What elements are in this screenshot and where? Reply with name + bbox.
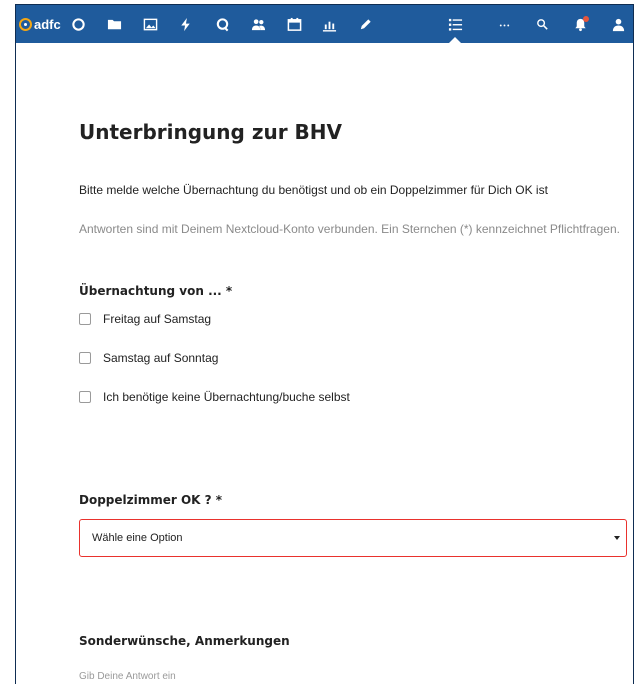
- notifications-icon[interactable]: [570, 14, 590, 34]
- checkbox[interactable]: [79, 352, 91, 364]
- form-title: Unterbringung zur BHV: [79, 120, 342, 144]
- double-room-select[interactable]: Wähle eine Option: [79, 519, 627, 557]
- talk-icon[interactable]: [212, 14, 232, 34]
- forms-icon[interactable]: [445, 14, 465, 34]
- option-saturday-sunday[interactable]: Samstag auf Sonntag: [79, 350, 218, 366]
- form-info-text: Antworten sind mit Deinem Nextcloud-Kont…: [79, 222, 620, 236]
- form-description: Bitte melde welche Übernachtung du benöt…: [79, 183, 548, 197]
- activity-icon[interactable]: [175, 14, 195, 34]
- analytics-icon[interactable]: [319, 14, 339, 34]
- image-icon[interactable]: [140, 14, 160, 34]
- question-title-remarks: Sonderwünsche, Anmerkungen: [79, 634, 290, 648]
- calendar-icon[interactable]: [284, 14, 304, 34]
- more-icon[interactable]: [494, 14, 514, 34]
- adfc-logo[interactable]: adfc: [19, 14, 61, 34]
- checkbox[interactable]: [79, 313, 91, 325]
- active-app-indicator: [449, 37, 461, 43]
- caret-down-icon: [614, 536, 620, 540]
- option-label[interactable]: Freitag auf Samstag: [103, 312, 211, 326]
- contacts-icon[interactable]: [248, 14, 268, 34]
- top-navigation-bar: adfc: [16, 5, 633, 43]
- remarks-answer-input[interactable]: [79, 668, 627, 684]
- notification-badge: [583, 16, 589, 22]
- user-icon[interactable]: [608, 14, 628, 34]
- search-icon[interactable]: [532, 14, 552, 34]
- notes-icon[interactable]: [355, 14, 375, 34]
- option-label[interactable]: Ich benötige keine Übernachtung/buche se…: [103, 390, 350, 404]
- logo-text: adfc: [34, 16, 61, 32]
- option-no-overnight[interactable]: Ich benötige keine Übernachtung/buche se…: [79, 389, 350, 405]
- question-title-double-room: Doppelzimmer OK ? *: [79, 493, 223, 507]
- checkbox[interactable]: [79, 391, 91, 403]
- folder-icon[interactable]: [104, 14, 124, 34]
- dashboard-icon[interactable]: [68, 14, 88, 34]
- question-title-overnight: Übernachtung von ... *: [79, 284, 233, 298]
- select-placeholder: Wähle eine Option: [92, 532, 183, 544]
- logo-circle-icon: [19, 17, 32, 31]
- app-window: adfc Unterbringung zur BHV Bitte melde w…: [15, 4, 634, 684]
- option-label[interactable]: Samstag auf Sonntag: [103, 351, 218, 365]
- option-friday-saturday[interactable]: Freitag auf Samstag: [79, 311, 211, 327]
